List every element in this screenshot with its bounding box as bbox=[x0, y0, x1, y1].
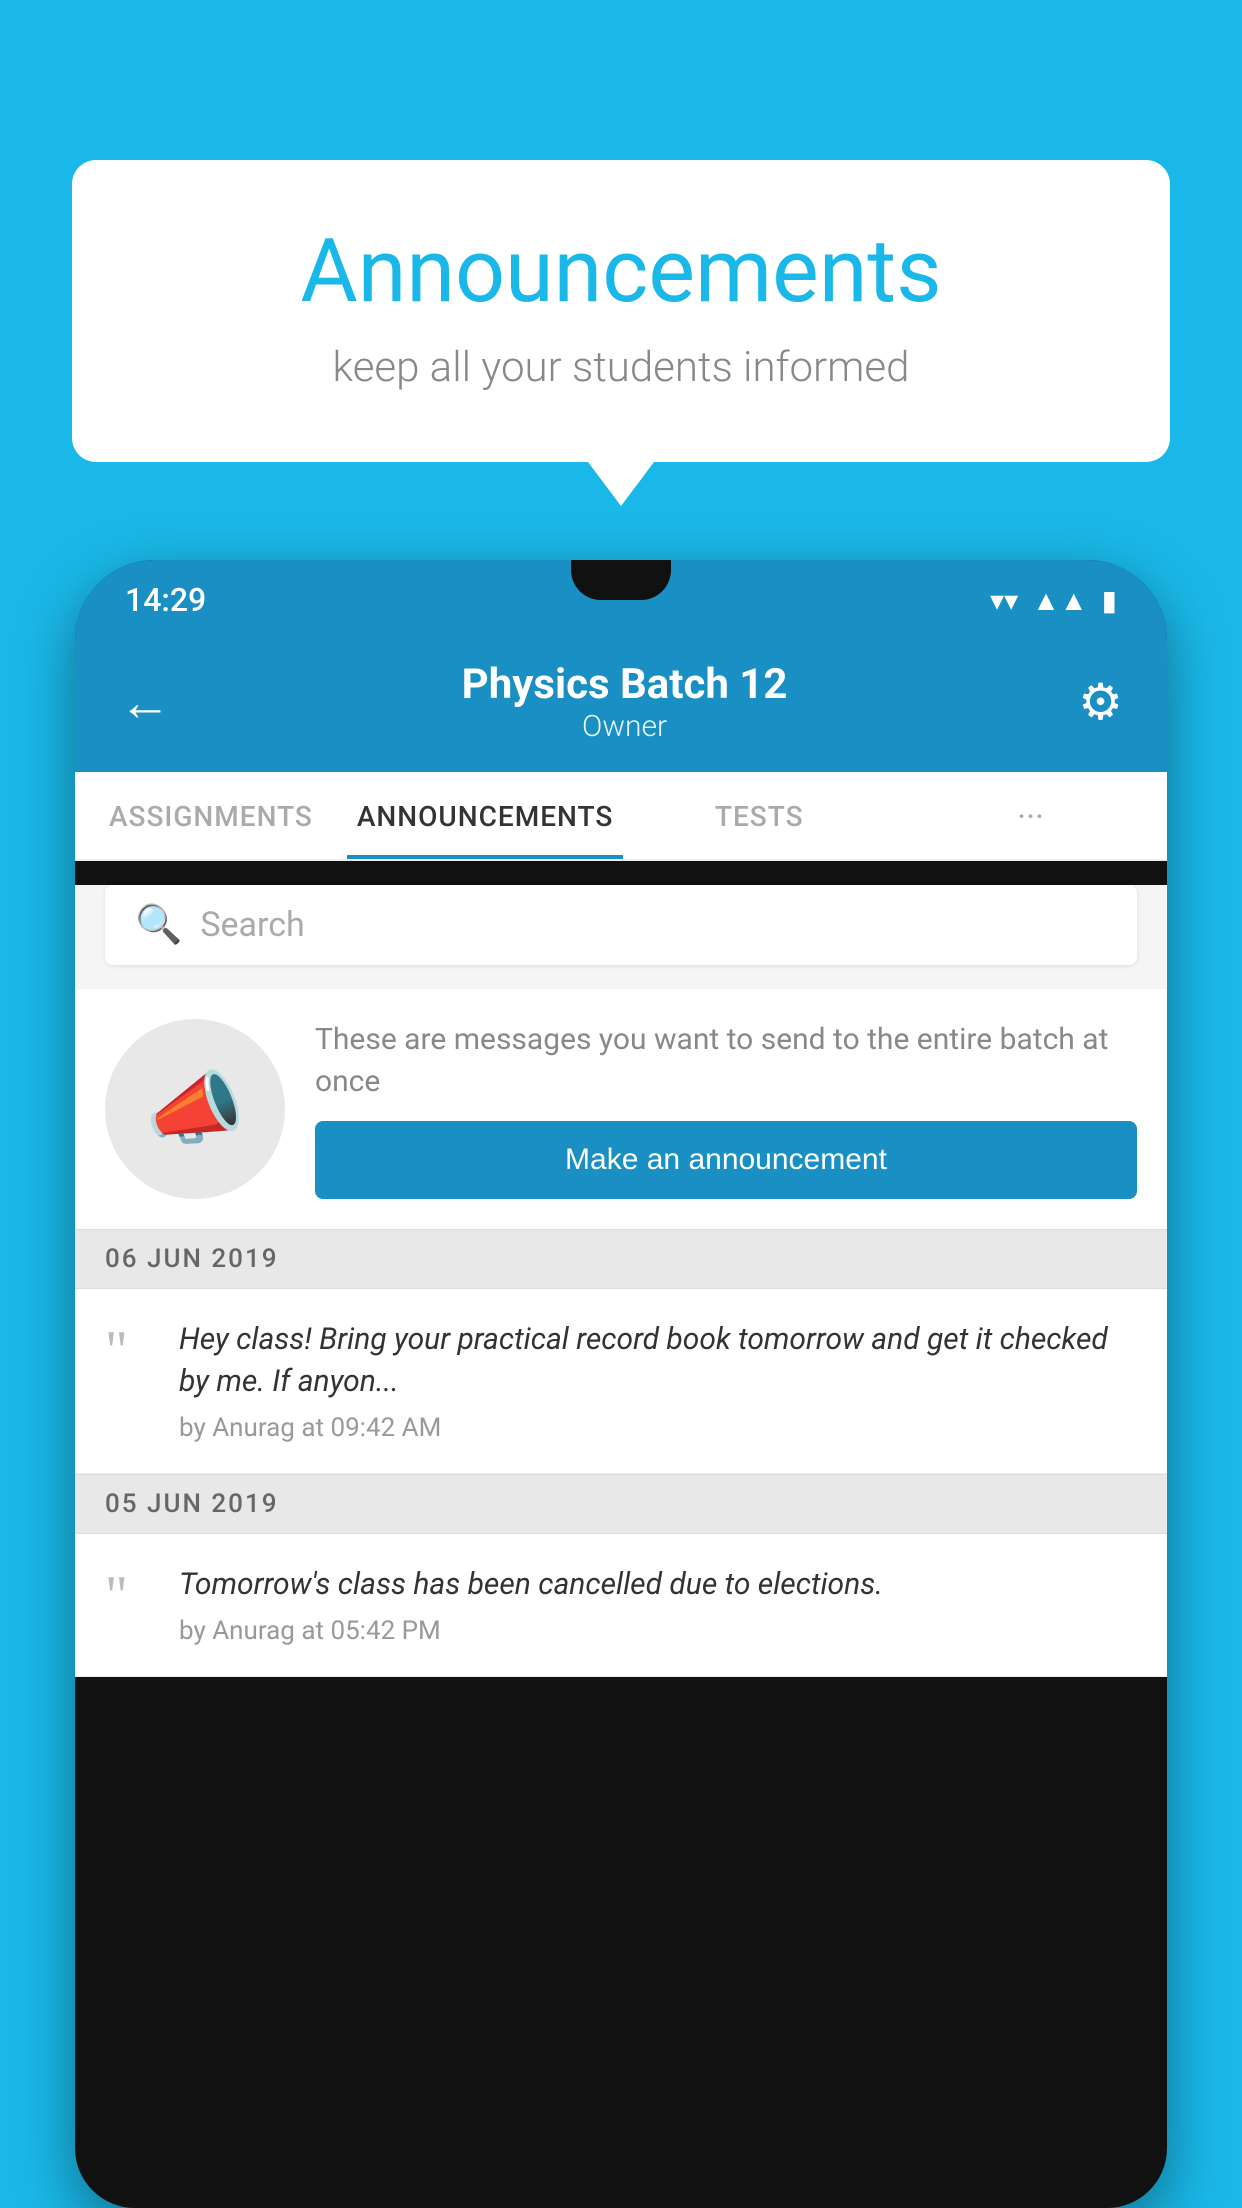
announcement-text-1: Hey class! Bring your practical record b… bbox=[179, 1319, 1137, 1403]
content-area: 🔍 Search 📣 These are messages you want t… bbox=[75, 885, 1167, 1677]
status-icons: ▾▾ ▲▲ ▮ bbox=[990, 584, 1117, 617]
notch bbox=[571, 560, 671, 600]
app-header: ← Physics Batch 12 Owner ⚙ bbox=[75, 640, 1167, 772]
promo-description: These are messages you want to send to t… bbox=[315, 1019, 1137, 1103]
announcement-text-2: Tomorrow's class has been cancelled due … bbox=[179, 1564, 1137, 1606]
tabs-bar: ASSIGNMENTS ANNOUNCEMENTS TESTS ··· bbox=[75, 772, 1167, 861]
announcement-content-1: Hey class! Bring your practical record b… bbox=[179, 1319, 1137, 1443]
speech-bubble-container: Announcements keep all your students inf… bbox=[72, 160, 1170, 462]
announcement-meta-1: by Anurag at 09:42 AM bbox=[179, 1413, 1137, 1443]
announcement-content-2: Tomorrow's class has been cancelled due … bbox=[179, 1564, 1137, 1646]
promo-block: 📣 These are messages you want to send to… bbox=[75, 989, 1167, 1229]
megaphone-icon: 📣 bbox=[145, 1062, 245, 1156]
status-time: 14:29 bbox=[125, 581, 206, 619]
announcement-item-1: " Hey class! Bring your practical record… bbox=[75, 1289, 1167, 1474]
announcement-item-2: " Tomorrow's class has been cancelled du… bbox=[75, 1534, 1167, 1677]
make-announcement-button[interactable]: Make an announcement bbox=[315, 1121, 1137, 1199]
promo-icon-circle: 📣 bbox=[105, 1019, 285, 1199]
phone-frame: 14:29 ▾▾ ▲▲ ▮ ← Physics Batch 12 Owner ⚙… bbox=[75, 560, 1167, 2208]
back-button[interactable]: ← bbox=[119, 672, 171, 733]
search-placeholder: Search bbox=[200, 905, 304, 945]
quote-icon-1: " bbox=[105, 1323, 155, 1379]
announcement-meta-2: by Anurag at 05:42 PM bbox=[179, 1616, 1137, 1646]
header-title: Physics Batch 12 bbox=[462, 660, 788, 709]
tab-announcements[interactable]: ANNOUNCEMENTS bbox=[347, 772, 623, 859]
search-bar[interactable]: 🔍 Search bbox=[105, 885, 1137, 965]
date-separator-1: 06 JUN 2019 bbox=[75, 1229, 1167, 1289]
promo-right: These are messages you want to send to t… bbox=[315, 1019, 1137, 1199]
status-bar: 14:29 ▾▾ ▲▲ ▮ bbox=[75, 560, 1167, 640]
signal-icon: ▲▲ bbox=[1032, 584, 1087, 617]
bubble-subtitle: keep all your students informed bbox=[152, 343, 1090, 392]
battery-icon: ▮ bbox=[1102, 584, 1117, 617]
speech-bubble: Announcements keep all your students inf… bbox=[72, 160, 1170, 462]
wifi-icon: ▾▾ bbox=[990, 584, 1018, 617]
bubble-title: Announcements bbox=[152, 220, 1090, 323]
search-icon: 🔍 bbox=[135, 903, 182, 947]
header-subtitle: Owner bbox=[462, 709, 788, 744]
tab-more[interactable]: ··· bbox=[895, 772, 1167, 859]
quote-icon-2: " bbox=[105, 1568, 155, 1624]
settings-button[interactable]: ⚙ bbox=[1078, 673, 1123, 732]
tab-tests[interactable]: TESTS bbox=[623, 772, 895, 859]
tab-assignments[interactable]: ASSIGNMENTS bbox=[75, 772, 347, 859]
header-center: Physics Batch 12 Owner bbox=[462, 660, 788, 744]
date-separator-2: 05 JUN 2019 bbox=[75, 1474, 1167, 1534]
